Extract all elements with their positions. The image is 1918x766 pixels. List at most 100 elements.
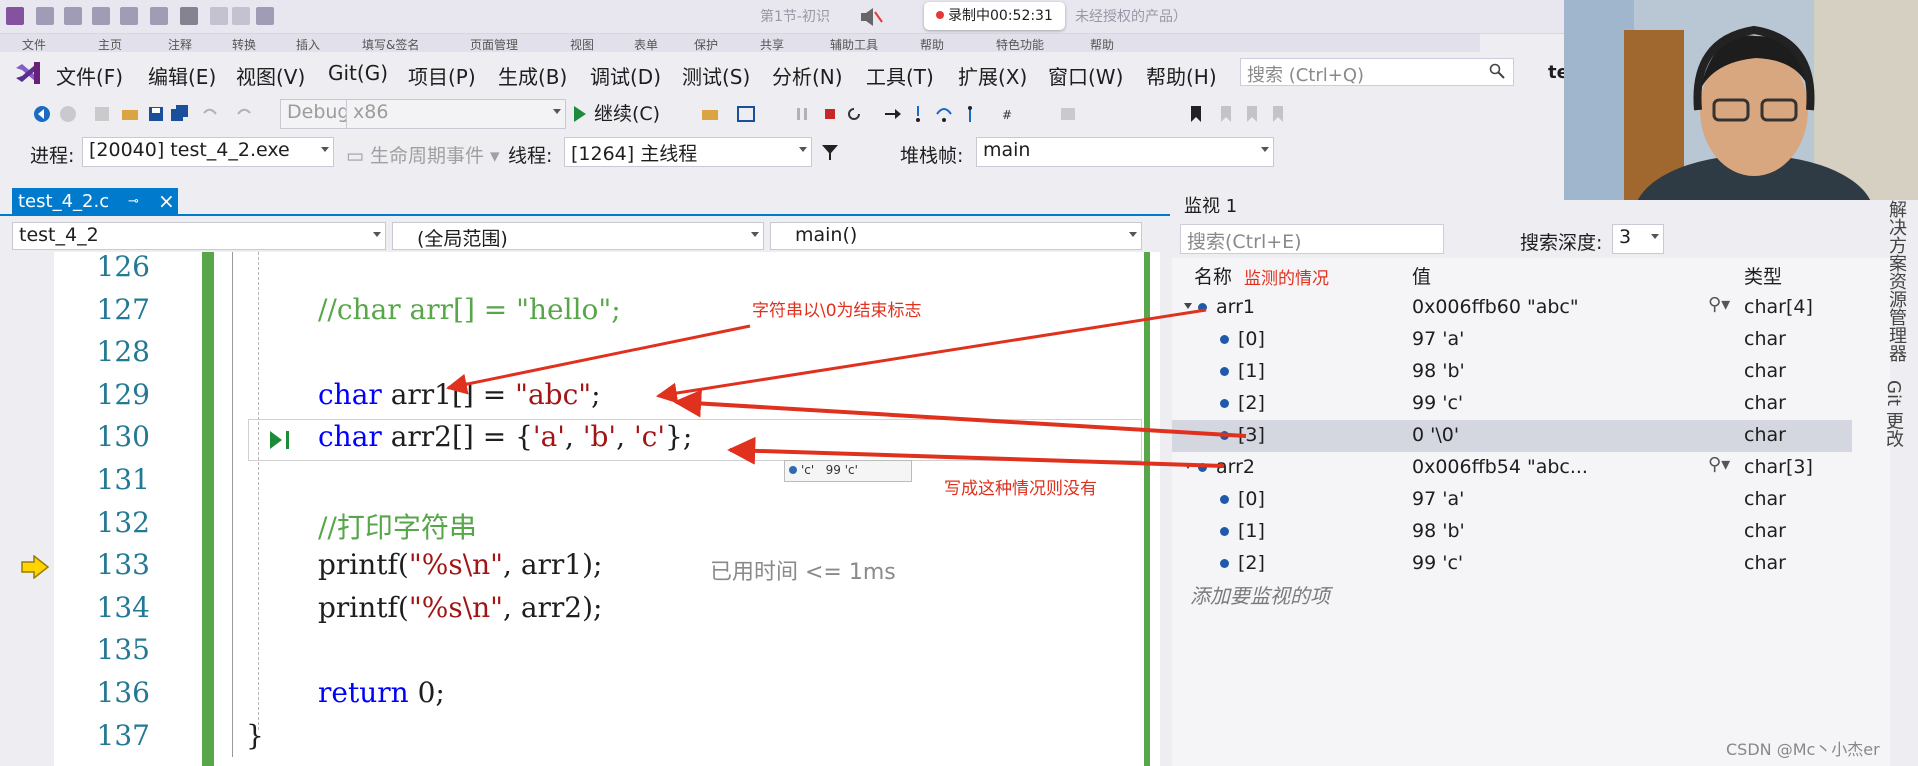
ribbon-tab[interactable]: 辅助工具 [830,36,878,52]
code-line[interactable]: } [246,719,264,752]
visualizer-icon[interactable]: ⚲▾ [1708,294,1730,315]
visualizer-icon[interactable]: ⚲▾ [1708,454,1730,475]
data-tip[interactable]: 'c' 99 'c' [784,460,912,482]
thread-combo[interactable]: [1264] 主线程 [564,137,812,167]
break-all-icon[interactable] [792,104,812,124]
screen-icon[interactable] [120,7,138,25]
side-tab-git-changes[interactable]: Git 更改 [1880,380,1906,448]
stop-debugging-icon[interactable] [820,104,840,124]
continue-button[interactable]: 继续(C) [574,99,660,129]
ribbon-tab[interactable]: 视图 [570,36,594,52]
ribbon-tab[interactable]: 填写&签名 [362,36,419,52]
ribbon-tab[interactable]: 文件 [22,36,46,52]
bookmark-next-icon[interactable] [1242,104,1262,124]
close-icon[interactable]: × [158,189,175,213]
print-icon[interactable] [92,7,110,25]
new-project-icon[interactable] [92,104,112,124]
watch-row[interactable]: [3] 0 '\0' char [1172,420,1852,452]
bookmark-icon[interactable] [1186,104,1206,124]
indicator-margin[interactable] [0,252,54,766]
menu-item[interactable]: 项目(P) [408,61,476,90]
select-tool-icon[interactable] [256,7,274,25]
redo-icon[interactable] [232,7,250,25]
code-editor[interactable] [0,252,1160,766]
ribbon-tab[interactable]: 转换 [232,36,256,52]
ribbon-tab[interactable]: 表单 [634,36,658,52]
menu-item[interactable]: Git(G) [328,61,388,85]
menu-item[interactable]: 帮助(H) [1146,61,1217,90]
ribbon-tab[interactable]: 页面管理 [470,36,518,52]
perf-tip[interactable]: 已用时间 <= 1ms [710,554,896,586]
column-type-header[interactable]: 类型 [1744,262,1782,289]
save-all-icon[interactable] [170,104,190,124]
add-watch-item[interactable]: 添加要监视的项 [1190,580,1330,609]
code-line[interactable]: char arr2[] = {'a', 'b', 'c'}; [318,420,692,453]
hex-display-icon[interactable]: # [1000,104,1020,124]
code-line[interactable]: char arr1[] = "abc"; [318,378,601,411]
watch-row[interactable]: [2] 99 'c' char [1172,388,1852,420]
bookmark-clear-icon[interactable] [1268,104,1288,124]
navigate-forward-icon[interactable] [58,104,78,124]
ribbon-tab[interactable]: 帮助 [920,36,944,52]
bookmark-prev-icon[interactable] [1216,104,1236,124]
watch-row[interactable]: [2] 99 'c' char [1172,548,1852,580]
function-combo[interactable]: main() [770,222,1142,250]
ribbon-tab[interactable]: 注释 [168,36,192,52]
browser-link-icon[interactable] [736,104,756,124]
open-folder-icon[interactable] [700,104,720,124]
menu-item[interactable]: 工具(T) [866,61,934,90]
show-next-statement-icon[interactable] [882,104,902,124]
menu-item[interactable]: 扩展(X) [958,61,1027,90]
comment-out-icon[interactable] [1058,104,1078,124]
save-icon[interactable] [64,7,82,25]
filter-icon[interactable] [820,142,840,162]
menu-item[interactable]: 文件(F) [56,61,123,90]
ribbon-tab[interactable]: 主页 [98,36,122,52]
code-line[interactable]: //char arr[] = "hello"; [318,293,621,326]
menu-item[interactable]: 测试(S) [682,61,750,90]
redo-icon[interactable] [234,104,254,124]
new-file-icon[interactable] [150,7,168,25]
undo-icon[interactable] [200,104,220,124]
restart-icon[interactable] [844,104,864,124]
ribbon-tab[interactable]: 共享 [760,36,784,52]
watch-row[interactable]: [0] 97 'a' char [1172,324,1852,356]
step-out-icon[interactable] [960,104,980,124]
tab-test-4-2-c[interactable]: test_4_2.c ⊸ × [12,188,178,216]
watch-row[interactable]: [1] 98 'b' char [1172,516,1852,548]
menu-item[interactable]: 窗口(W) [1048,61,1123,90]
step-over-icon[interactable] [934,104,954,124]
step-into-icon[interactable] [908,104,928,124]
project-combo[interactable]: test_4_2 [12,222,386,250]
scope-combo[interactable]: (全局范围) [392,222,764,250]
expand-chevron-icon[interactable] [1184,303,1192,309]
menu-item[interactable]: 编辑(E) [148,61,216,90]
mute-icon[interactable] [858,4,884,30]
watch-row[interactable]: [1] 98 'b' char [1172,356,1852,388]
ribbon-tab[interactable]: 插入 [296,36,320,52]
code-line[interactable]: //打印字符串 [318,506,477,546]
undo-icon[interactable] [210,7,228,25]
run-to-click-icon[interactable] [268,428,294,452]
stack-frame-combo[interactable]: main [976,137,1274,167]
lifecycle-events-button[interactable]: ▭ 生命周期事件 ▾ [346,141,500,168]
save-icon[interactable] [146,104,166,124]
watch-row[interactable]: [0] 97 'a' char [1172,484,1852,516]
open-icon[interactable] [36,7,54,25]
pin-icon[interactable]: ⊸ [128,194,139,209]
navigate-back-icon[interactable] [32,104,52,124]
solution-platform-combo[interactable]: x86 [346,99,566,129]
ribbon-tab[interactable]: 帮助 [1090,36,1114,52]
watch-row[interactable]: arr1 0x006ffb60 "abc" ⚲▾ char[4] [1172,292,1852,324]
ribbon-tab[interactable]: 保护 [694,36,718,52]
code-line[interactable]: printf("%s\n", arr2); [318,591,602,624]
hand-icon[interactable] [180,7,198,25]
process-combo[interactable]: [20040] test_4_2.exe [82,137,334,167]
watch-row[interactable]: arr2 0x006ffb54 "abc... ⚲▾ char[3] [1172,452,1852,484]
search-depth-combo[interactable]: 3 [1612,224,1664,254]
menu-item[interactable]: 视图(V) [236,61,305,90]
quick-launch-search[interactable]: 搜索 (Ctrl+Q) [1240,58,1514,86]
side-tab-solution-explorer[interactable]: 解决方案资源管理器 [1880,200,1907,362]
code-line[interactable]: printf("%s\n", arr1); [318,548,602,581]
column-name-header[interactable]: 名称 [1194,262,1232,289]
